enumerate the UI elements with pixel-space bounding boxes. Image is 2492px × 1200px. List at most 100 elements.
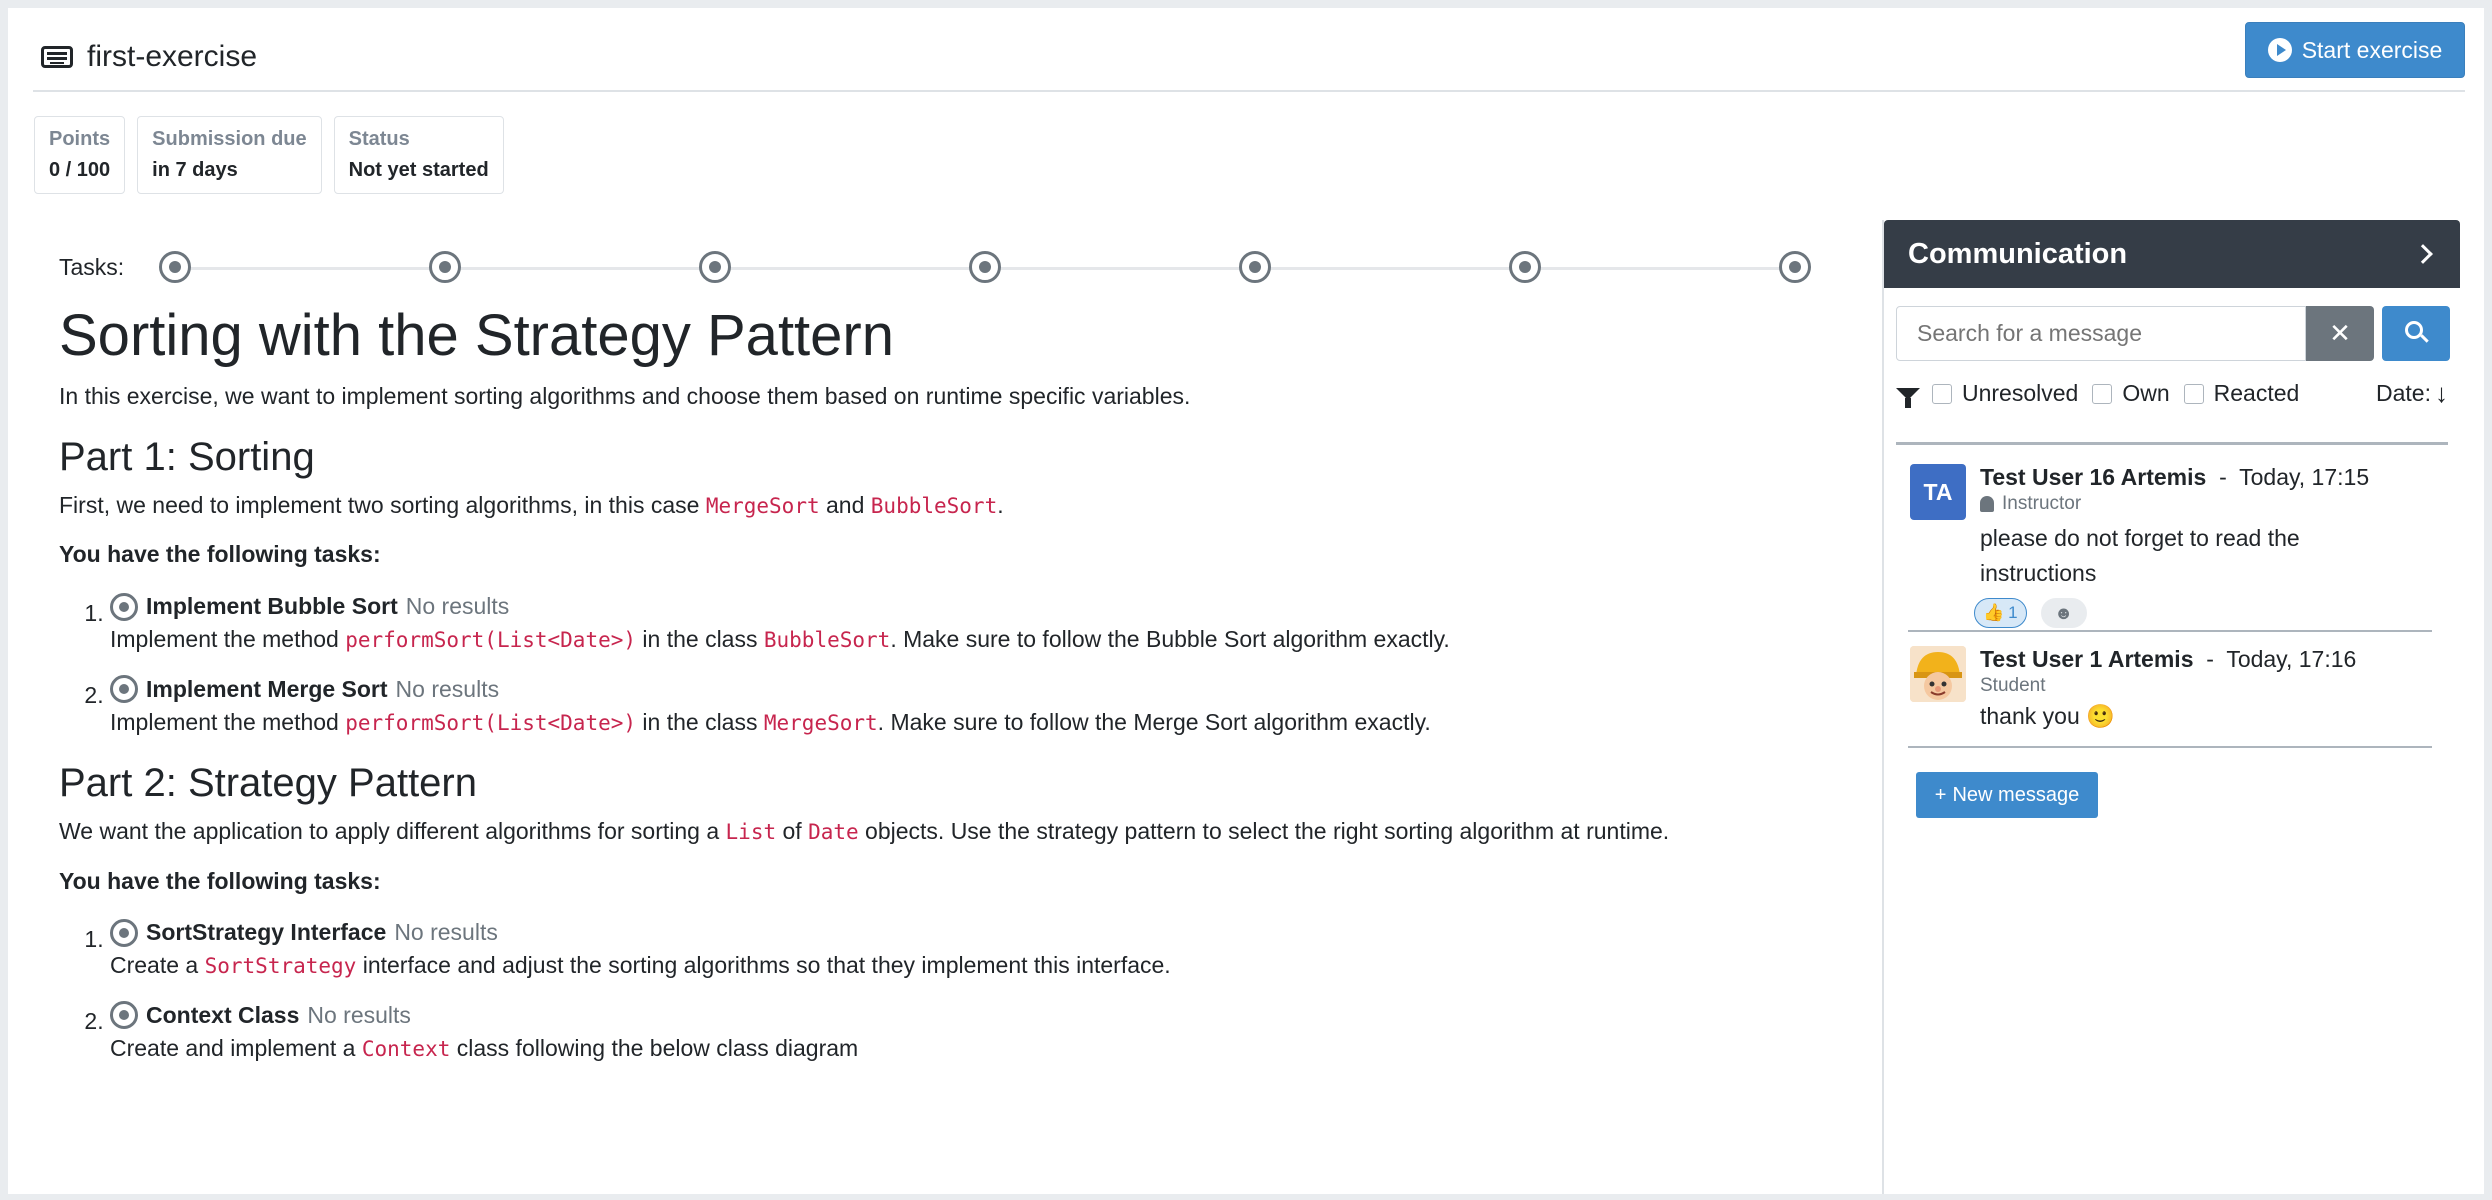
date-sort-label: Date: (2376, 380, 2431, 406)
user-avatar-image (1910, 646, 1966, 702)
points-box: Points 0 / 100 (34, 116, 126, 194)
task-description: Create and implement a Context class fol… (110, 1034, 859, 1061)
start-exercise-label: Start exercise (2301, 36, 2443, 63)
filter-icon (1896, 387, 1920, 408)
close-icon: ✕ (2329, 318, 2351, 348)
submission-due-value: in 7 days (152, 159, 238, 181)
filter-unresolved-label[interactable]: Unresolved (1962, 380, 2078, 407)
search-input[interactable] (1896, 306, 2306, 361)
message-author: Test User 16 Artemis (1980, 464, 2207, 490)
play-circle-icon (2267, 38, 2292, 62)
communication-title: Communication (1908, 237, 2128, 270)
message-role: Student (1980, 675, 2046, 696)
add-reaction-button[interactable]: ☻ (2040, 598, 2087, 628)
divider (1896, 442, 2448, 445)
task-result[interactable]: No results (406, 590, 510, 623)
problem-intro: In this exercise, we want to implement s… (59, 382, 1191, 409)
problem-title: Sorting with the Strategy Pattern (59, 303, 894, 368)
arrow-down-icon: ↓ (2435, 378, 2448, 408)
task-name[interactable]: Implement Bubble Sort (146, 590, 398, 623)
code-bubblesort: BubbleSort (870, 494, 998, 519)
task-name[interactable]: SortStrategy Interface (146, 916, 386, 949)
plus-icon: + (1934, 783, 1947, 806)
instructor-icon (1980, 496, 1994, 512)
task-step-6[interactable] (1509, 251, 1541, 283)
message-filters: Unresolved Own Reacted Date: ↓ (1896, 378, 2448, 409)
task-name[interactable]: Implement Merge Sort (146, 673, 388, 706)
status-box: Status Not yet started (333, 116, 504, 194)
filter-unresolved-checkbox[interactable] (1932, 383, 1952, 404)
clear-search-button[interactable]: ✕ (2306, 306, 2374, 361)
message-author: Test User 1 Artemis (1980, 646, 2194, 672)
task-item: Implement Bubble Sort No results Impleme… (110, 590, 1839, 657)
date-sort[interactable]: Date: ↓ (2376, 378, 2448, 409)
task-step-2[interactable] (429, 251, 461, 283)
filter-reacted-label[interactable]: Reacted (2214, 380, 2300, 407)
part2-text: We want the application to apply differe… (59, 818, 1670, 845)
submission-due-box: Submission due in 7 days (137, 116, 322, 194)
task-step-4[interactable] (969, 251, 1001, 283)
points-value: 0 / 100 (49, 159, 111, 181)
filter-own-label[interactable]: Own (2122, 380, 2169, 407)
part1-heading: Part 1: Sorting (59, 435, 315, 480)
task-item: Implement Merge Sort No results Implemen… (110, 673, 1839, 740)
reaction-count: 1 (2008, 603, 2018, 622)
thumbs-up-reaction[interactable]: 👍 1 (1974, 598, 2027, 628)
start-exercise-button[interactable]: Start exercise (2245, 22, 2465, 78)
task-status-icon (110, 592, 138, 621)
task-status-icon (110, 918, 138, 947)
task-step-1[interactable] (159, 251, 191, 283)
message-divider (1908, 630, 2432, 632)
status-label: Status (348, 128, 410, 150)
message-time: Today, 17:15 (2239, 464, 2370, 490)
part2-tasks-intro: You have the following tasks: (59, 867, 381, 894)
tasks-progress: Tasks: (59, 246, 1819, 286)
part2-heading: Part 2: Strategy Pattern (59, 761, 477, 806)
message-time: Today, 17:16 (2226, 646, 2357, 672)
chevron-right-icon[interactable] (2413, 244, 2433, 264)
smiley-icon: ☻ (2054, 602, 2074, 623)
task-result[interactable]: No results (307, 999, 411, 1032)
task-result[interactable]: No results (394, 916, 498, 949)
task-status-icon (110, 1001, 138, 1030)
code-date: Date (808, 820, 859, 845)
message-header: Test User 1 Artemis - Today, 17:16 (1980, 646, 2357, 672)
task-status-icon (110, 675, 138, 704)
message-search: ✕ (1896, 306, 2450, 361)
task-result[interactable]: No results (396, 673, 500, 706)
new-message-button[interactable]: + New message (1916, 772, 2098, 818)
exercise-info: Points 0 / 100 Submission due in 7 days … (34, 116, 504, 194)
task-step-7[interactable] (1779, 251, 1811, 283)
code-list: List (725, 820, 777, 845)
task-step-5[interactable] (1239, 251, 1271, 283)
task-description: Implement the method performSort(List<Da… (110, 708, 1431, 735)
exercise-card: first-exercise Start exercise Points 0 /… (8, 8, 2484, 1194)
thumbs-up-icon: 👍 (1983, 603, 2005, 622)
avatar: TA (1910, 464, 1966, 520)
task-description: Implement the method performSort(List<Da… (110, 626, 1450, 653)
filter-own-checkbox[interactable] (2092, 383, 2113, 404)
tasks-label: Tasks: (59, 254, 125, 280)
communication-sidebar: Communication ✕ Unresolved Own Reacted D… (1882, 220, 2460, 1194)
problem-statement: Sorting with the Strategy Pattern In thi… (59, 304, 1839, 1081)
part1-tasks-intro: You have the following tasks: (59, 541, 381, 568)
message-text: please do not forget to read the instruc… (1980, 525, 2300, 586)
task-step-3[interactable] (699, 251, 731, 283)
search-button[interactable] (2382, 306, 2450, 361)
filter-reacted-checkbox[interactable] (2183, 383, 2204, 404)
part2-task-list: SortStrategy Interface No results Create… (59, 916, 1839, 1065)
submission-due-label: Submission due (152, 128, 307, 150)
status-value: Not yet started (348, 159, 489, 181)
message-header: Test User 16 Artemis - Today, 17:15 (1980, 464, 2370, 490)
task-item: SortStrategy Interface No results Create… (110, 916, 1839, 983)
message-divider (1908, 746, 2432, 748)
message-reactions: 👍 1 ☻ (1974, 598, 2420, 628)
exercise-header: first-exercise Start exercise (33, 22, 2465, 92)
task-item: Context Class No results Create and impl… (110, 999, 1839, 1066)
code-mergesort: MergeSort (705, 494, 820, 519)
task-name[interactable]: Context Class (146, 999, 299, 1032)
communication-header[interactable]: Communication (1884, 220, 2460, 288)
task-description: Create a SortStrategy interface and adju… (110, 952, 1171, 979)
message-role: Instructor (1980, 493, 2420, 515)
keyboard-icon (41, 46, 73, 68)
